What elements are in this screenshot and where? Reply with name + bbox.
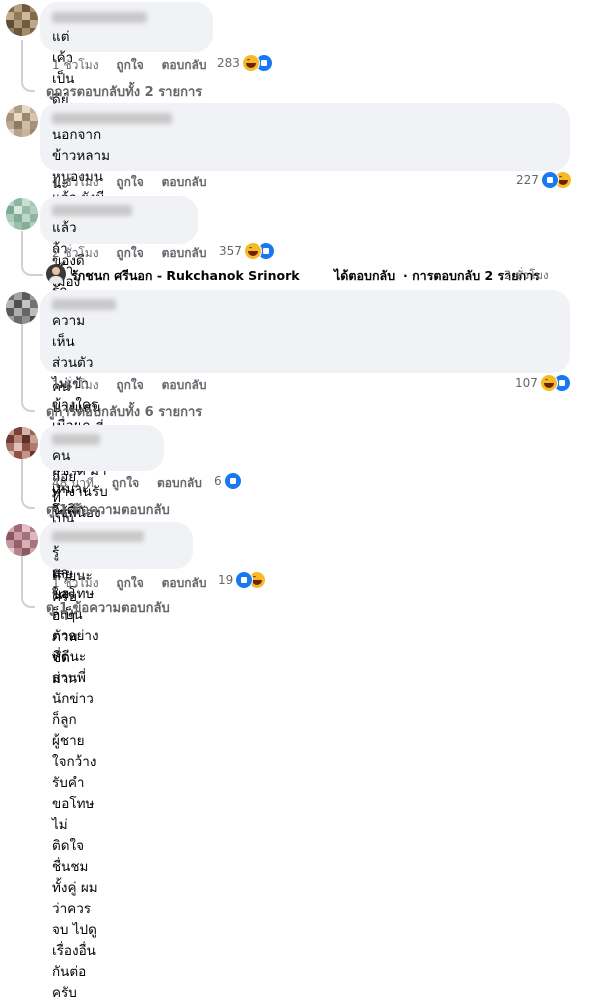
reply-thread-line <box>21 324 35 412</box>
like-link[interactable]: ถูกใจ <box>116 576 143 590</box>
view-replies-link[interactable]: ดูการตอบกลับทั้ง 6 รายการ <box>46 401 202 422</box>
reaction-summary[interactable]: 283 <box>217 54 273 72</box>
reply-link[interactable]: ตอบกลับ <box>162 576 207 590</box>
haha-reaction-icon <box>243 242 262 260</box>
reaction-count: 19 <box>218 573 234 587</box>
avatar[interactable] <box>6 4 38 36</box>
reaction-summary[interactable]: 19 <box>218 571 267 589</box>
comment-meta: 1 ชั่วโมง ถูกใจ ตอบกลับ <box>52 574 206 593</box>
comment-time[interactable]: 1 ชั่วโมง <box>52 58 99 72</box>
comment-meta: 2 ชั่วโมง ถูกใจ ตอบกลับ <box>52 244 206 263</box>
reply-link[interactable]: ตอบกลับ <box>162 378 207 392</box>
like-link[interactable]: ถูกใจ <box>116 58 143 72</box>
reaction-count: 357 <box>219 244 242 258</box>
avatar[interactable] <box>6 292 38 324</box>
reaction-count: 107 <box>515 376 538 390</box>
reply-thread-line <box>21 40 35 92</box>
haha-reaction-icon <box>539 374 558 392</box>
commenter-name-blurred[interactable] <box>52 531 144 542</box>
comment-meta: 1 ชั่วโมง ถูกใจ ตอบกลับ <box>52 376 206 395</box>
replier-avatar <box>46 264 66 284</box>
like-reaction-icon <box>540 171 559 189</box>
like-link[interactable]: ถูกใจ <box>116 175 143 189</box>
comment-time[interactable]: 2 ชั่วโมง <box>52 246 99 260</box>
comment-meta: 1 ชั่วโมง ถูกใจ ตอบกลับ <box>52 173 206 192</box>
replier-name: รักชนก ศรีนอก - Rukchanok Srinork <box>71 268 300 283</box>
like-reaction-icon <box>223 472 242 490</box>
like-link[interactable]: ถูกใจ <box>116 246 143 260</box>
avatar[interactable] <box>6 105 38 137</box>
commenter-name-blurred[interactable] <box>52 299 116 310</box>
comment-bubble <box>40 290 570 373</box>
commenter-name-blurred[interactable] <box>52 12 147 23</box>
reaction-count: 227 <box>516 173 539 187</box>
view-replies-link[interactable]: ดู 1 ข้อความตอบกลับ <box>46 597 170 618</box>
reply-thread-line <box>21 459 35 509</box>
comment-time[interactable]: 1 ชั่วโมง <box>52 175 99 189</box>
like-link[interactable]: ถูกใจ <box>112 476 139 490</box>
reaction-summary[interactable]: 107 <box>515 374 571 392</box>
reply-thread-line <box>21 556 35 608</box>
reply-link[interactable]: ตอบกลับ <box>157 476 202 490</box>
reaction-count: 283 <box>217 56 240 70</box>
comment-time[interactable]: 1 ชั่วโมง <box>52 378 99 392</box>
reply-thread-line <box>21 231 43 276</box>
reply-link[interactable]: ตอบกลับ <box>162 175 207 189</box>
avatar[interactable] <box>6 524 38 556</box>
commenter-name-blurred[interactable] <box>52 205 132 216</box>
comment-meta: 1 ชั่วโมง ถูกใจ ตอบกลับ <box>52 56 206 75</box>
comment-time[interactable]: 1 ชั่วโมง <box>52 576 99 590</box>
haha-reaction-icon <box>241 54 260 72</box>
reply-link[interactable]: ตอบกลับ <box>162 246 207 260</box>
reaction-summary[interactable]: 357 <box>219 242 275 260</box>
reaction-count: 6 <box>214 474 222 488</box>
comment-time[interactable]: 48 นาที <box>52 476 94 490</box>
commenter-name-blurred[interactable] <box>52 113 172 124</box>
reply-action: ได้ตอบกลับ <box>334 268 396 283</box>
reaction-summary[interactable]: 6 <box>214 472 242 490</box>
view-replies-link[interactable]: ดู 1 ข้อความตอบกลับ <box>46 499 170 520</box>
avatar[interactable] <box>6 427 38 459</box>
reaction-summary[interactable]: 227 <box>516 171 572 189</box>
reply-time: 2 ชั่วโมง <box>504 268 549 282</box>
view-replies-link[interactable]: ดูการตอบกลับทั้ง 2 รายการ <box>46 81 202 102</box>
avatar[interactable] <box>6 198 38 230</box>
reply-link[interactable]: ตอบกลับ <box>162 58 207 72</box>
commenter-name-blurred[interactable] <box>52 434 100 445</box>
like-link[interactable]: ถูกใจ <box>116 378 143 392</box>
comment-meta: 48 นาที ถูกใจ ตอบกลับ <box>52 474 202 493</box>
